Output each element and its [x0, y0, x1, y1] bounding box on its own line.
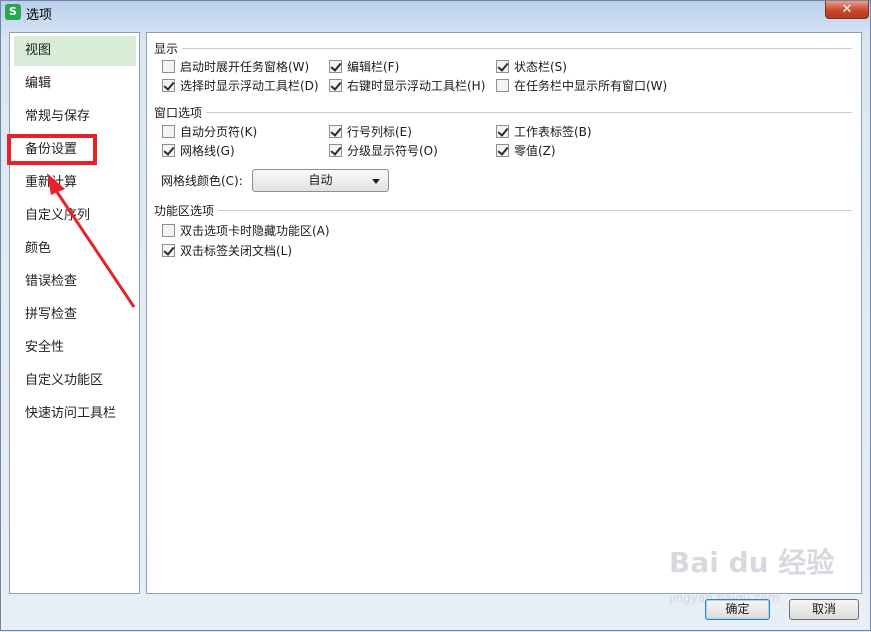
ribbon-group-title: 功能区选项: [154, 202, 219, 219]
option-outline-symbols[interactable]: 分级显示符号(O): [329, 142, 438, 158]
options-dialog: S 选项 ✕ 视图 编辑 常规与保存 备份设置 重新计算 自定义序列 颜色 错误…: [0, 0, 871, 631]
gridline-color-label: 网格线颜色(C):: [161, 174, 243, 188]
sidebar-item-security[interactable]: 安全性: [14, 333, 136, 363]
checkbox[interactable]: [496, 78, 509, 92]
ok-button[interactable]: 确定: [705, 599, 770, 620]
sidebar-item-colors[interactable]: 颜色: [14, 234, 136, 264]
sidebar-item-quick-access[interactable]: 快速访问工具栏: [14, 399, 136, 429]
option-formula-bar[interactable]: 编辑栏(F): [329, 58, 399, 74]
checkbox-checked[interactable]: [496, 59, 509, 73]
option-row-col-headers[interactable]: 行号列标(E): [329, 123, 412, 139]
chevron-down-icon: [372, 179, 380, 184]
checkbox[interactable]: [162, 59, 175, 73]
window-group-title: 窗口选项: [154, 104, 207, 121]
option-zero-values[interactable]: 零值(Z): [496, 142, 556, 158]
sidebar-item-view[interactable]: 视图: [14, 36, 136, 66]
checkbox[interactable]: [162, 124, 175, 138]
sidebar-item-edit[interactable]: 编辑: [14, 69, 136, 99]
option-close-doc-dblclick[interactable]: 双击标签关闭文档(L): [162, 242, 292, 258]
option-floating-toolbar-select[interactable]: 选择时显示浮动工具栏(D): [162, 77, 319, 93]
option-floating-toolbar-rightclick[interactable]: 右键时显示浮动工具栏(H): [329, 77, 485, 93]
checkbox-checked[interactable]: [329, 143, 342, 157]
cancel-button[interactable]: 取消: [789, 599, 859, 620]
checkbox-checked[interactable]: [162, 243, 175, 257]
option-taskbar-windows[interactable]: 在任务栏中显示所有窗口(W): [496, 77, 667, 93]
annotation-highlight-box: [7, 134, 97, 165]
checkbox[interactable]: [162, 223, 175, 237]
checkbox-checked[interactable]: [496, 143, 509, 157]
checkbox-checked[interactable]: [329, 59, 342, 73]
display-group-title: 显示: [154, 40, 183, 57]
option-sheet-tabs[interactable]: 工作表标签(B): [496, 123, 592, 139]
sidebar-item-custom-ribbon[interactable]: 自定义功能区: [14, 366, 136, 396]
sidebar-item-error-check[interactable]: 错误检查: [14, 267, 136, 297]
divider: [154, 210, 852, 211]
app-icon: S: [5, 4, 21, 20]
sidebar-item-recalculate[interactable]: 重新计算: [14, 168, 136, 198]
option-page-breaks[interactable]: 自动分页符(K): [162, 123, 257, 139]
checkbox-checked[interactable]: [329, 78, 342, 92]
option-expand-task-pane[interactable]: 启动时展开任务窗格(W): [162, 58, 309, 74]
watermark-logo: Bai du 经验: [669, 546, 835, 579]
option-hide-ribbon-dblclick[interactable]: 双击选项卡时隐藏功能区(A): [162, 222, 330, 238]
divider: [154, 112, 852, 113]
checkbox-checked[interactable]: [162, 143, 175, 157]
category-sidebar: 视图 编辑 常规与保存 备份设置 重新计算 自定义序列 颜色 错误检查 拼写检查…: [9, 32, 140, 594]
checkbox-checked[interactable]: [496, 124, 509, 138]
checkbox-checked[interactable]: [329, 124, 342, 138]
sidebar-item-spell-check[interactable]: 拼写检查: [14, 300, 136, 330]
sidebar-item-custom-lists[interactable]: 自定义序列: [14, 201, 136, 231]
close-button[interactable]: ✕: [825, 1, 869, 19]
sidebar-item-general-save[interactable]: 常规与保存: [14, 102, 136, 132]
option-gridlines[interactable]: 网格线(G): [162, 142, 235, 158]
gridline-color-select[interactable]: 自动: [252, 169, 389, 192]
window-title: 选项: [26, 8, 53, 23]
title-bar: S 选项 ✕: [1, 1, 870, 31]
divider: [154, 48, 852, 49]
checkbox-checked[interactable]: [162, 78, 175, 92]
view-settings-panel: 显示 启动时展开任务窗格(W) 编辑栏(F) 状态栏(S) 选择时显示浮动工具栏…: [146, 32, 862, 594]
option-status-bar[interactable]: 状态栏(S): [496, 58, 567, 74]
